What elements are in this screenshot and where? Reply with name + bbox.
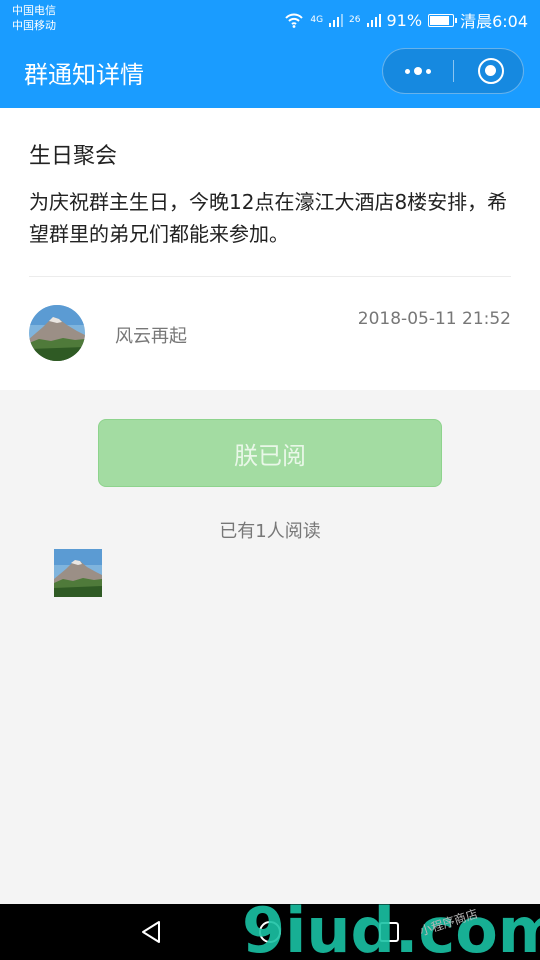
signal-2-icon [366,13,381,27]
capsule-divider [453,60,454,82]
network-type-2: 26 [349,15,361,25]
reader-avatar[interactable] [54,549,102,597]
divider [29,276,511,277]
more-dots-icon[interactable] [383,49,453,93]
signal-1-icon [329,13,344,27]
notice-content: 为庆祝群主生日，今晚12点在濠江大酒店8楼安排，希望群里的弟兄们都能来参加。 [29,190,508,246]
target-close-icon[interactable] [478,58,504,84]
triangle-back-icon[interactable] [137,918,165,946]
carrier-1: 中国电信 [12,4,56,17]
page-title: 群通知详情 [24,61,144,89]
nav-bar: 群通知详情 [0,38,540,108]
battery-percent: 91% [386,10,423,30]
carrier-2: 中国移动 [12,19,56,32]
notice-card: 生日聚会 为庆祝群主生日，今晚12点在濠江大酒店8楼安排，希望群里的弟兄们都能来… [0,108,540,390]
notice-title: 生日聚会 [29,144,118,169]
watermark-text: 9iud.com [242,894,540,960]
battery-icon [428,13,458,27]
wifi-icon [285,13,304,28]
post-datetime: 2018-05-11 21:52 [357,309,511,329]
status-bar: 中国电信 中国移动 4G 26 91% 清晨6:04 [0,0,540,38]
mountain-landscape-image [54,549,102,597]
acknowledge-button[interactable]: 朕已阅 [98,419,442,487]
author-avatar[interactable] [29,305,85,361]
site-watermark: 9iud.com 小程序商店 [242,894,540,960]
status-indicators: 4G 26 91% 清晨6:04 [284,8,528,32]
author-name: 风云再起 [115,326,187,347]
clock: 清晨6:04 [460,12,528,31]
carrier-info: 中国电信 中国移动 [12,3,56,33]
mountain-landscape-image [29,305,85,361]
read-count: 已有1人阅读 [219,521,321,542]
miniprogram-capsule [382,48,524,94]
network-type-1: 4G [310,15,324,25]
